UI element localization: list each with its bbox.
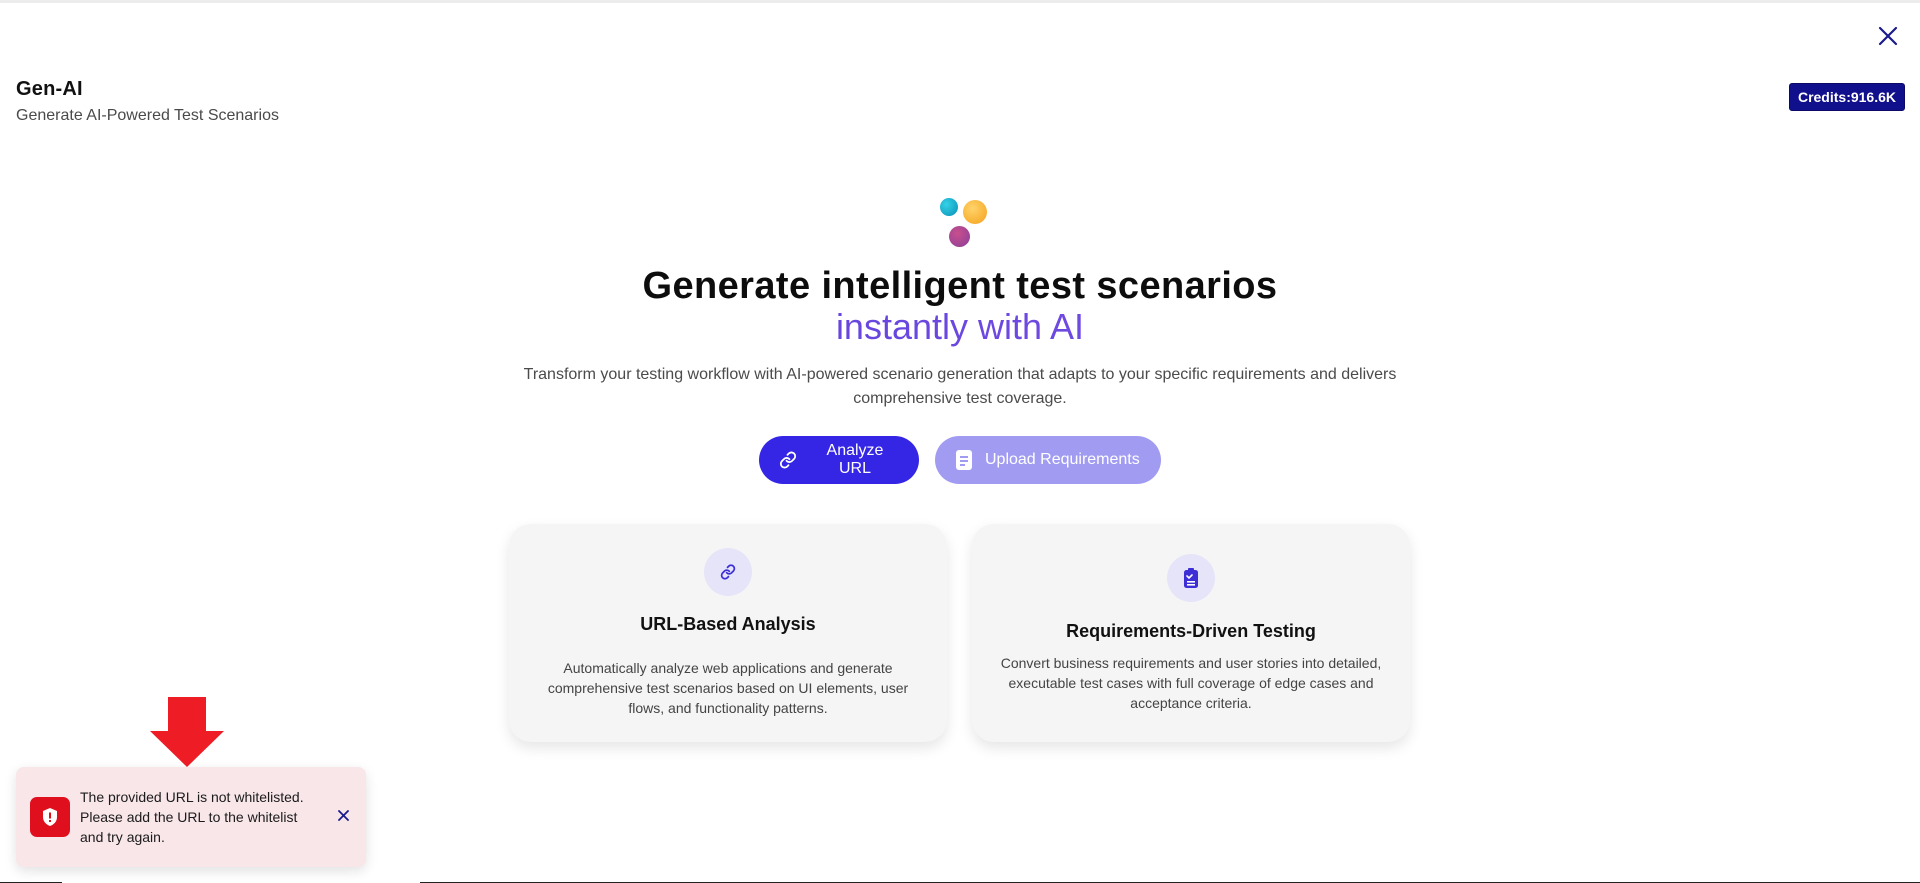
toast-close-button[interactable] (334, 806, 352, 824)
card-title: Requirements-Driven Testing (1066, 621, 1316, 641)
shield-alert-icon (30, 797, 70, 837)
hero-description: Transform your testing workflow with AI-… (523, 366, 1397, 407)
analyze-url-label: Analyze URL (826, 442, 884, 477)
close-icon (337, 809, 349, 821)
upload-requirements-button[interactable]: Upload Requirements (935, 436, 1161, 484)
feature-card-requirements[interactable]: Requirements-Driven Testing Convert busi… (972, 524, 1410, 742)
card-icon-badge (1167, 554, 1215, 602)
logo-dot-magenta (949, 226, 970, 247)
feature-card-url-analysis[interactable]: URL-Based Analysis Automatically analyze… (509, 524, 947, 742)
card-description: Automatically analyze web applications a… (547, 660, 909, 716)
close-button[interactable] (1874, 22, 1902, 50)
clipboard-check-icon (1184, 568, 1198, 588)
upload-requirements-label: Upload Requirements (985, 451, 1140, 468)
card-title: URL-Based Analysis (640, 614, 816, 634)
credits-badge: Credits:916.6K (1788, 83, 1905, 111)
ai-logo (938, 196, 992, 248)
hero-accent-title: instantly with AI (0, 306, 1920, 348)
logo-dot-teal (940, 198, 958, 216)
card-icon-badge (704, 548, 752, 596)
card-description: Convert business requirements and user s… (1000, 655, 1382, 711)
page-title: Gen-AI (16, 78, 83, 100)
red-arrow-annotation (150, 697, 224, 767)
top-divider (0, 0, 1920, 3)
page-header: Gen-AI Generate AI-Powered Test Scenario… (16, 78, 279, 125)
document-icon (955, 450, 973, 470)
analyze-url-button[interactable]: Analyze URL (759, 436, 919, 484)
error-toast: The provided URL is not whitelisted. Ple… (16, 767, 366, 867)
close-icon (1878, 26, 1898, 46)
link-icon (779, 451, 797, 469)
hero-title: Generate intelligent test scenarios (642, 265, 1278, 307)
toast-message: The provided URL is not whitelisted. Ple… (80, 789, 304, 845)
link-icon (720, 564, 736, 580)
logo-dot-orange (963, 200, 987, 224)
page-subtitle: Generate AI-Powered Test Scenarios (16, 107, 279, 124)
